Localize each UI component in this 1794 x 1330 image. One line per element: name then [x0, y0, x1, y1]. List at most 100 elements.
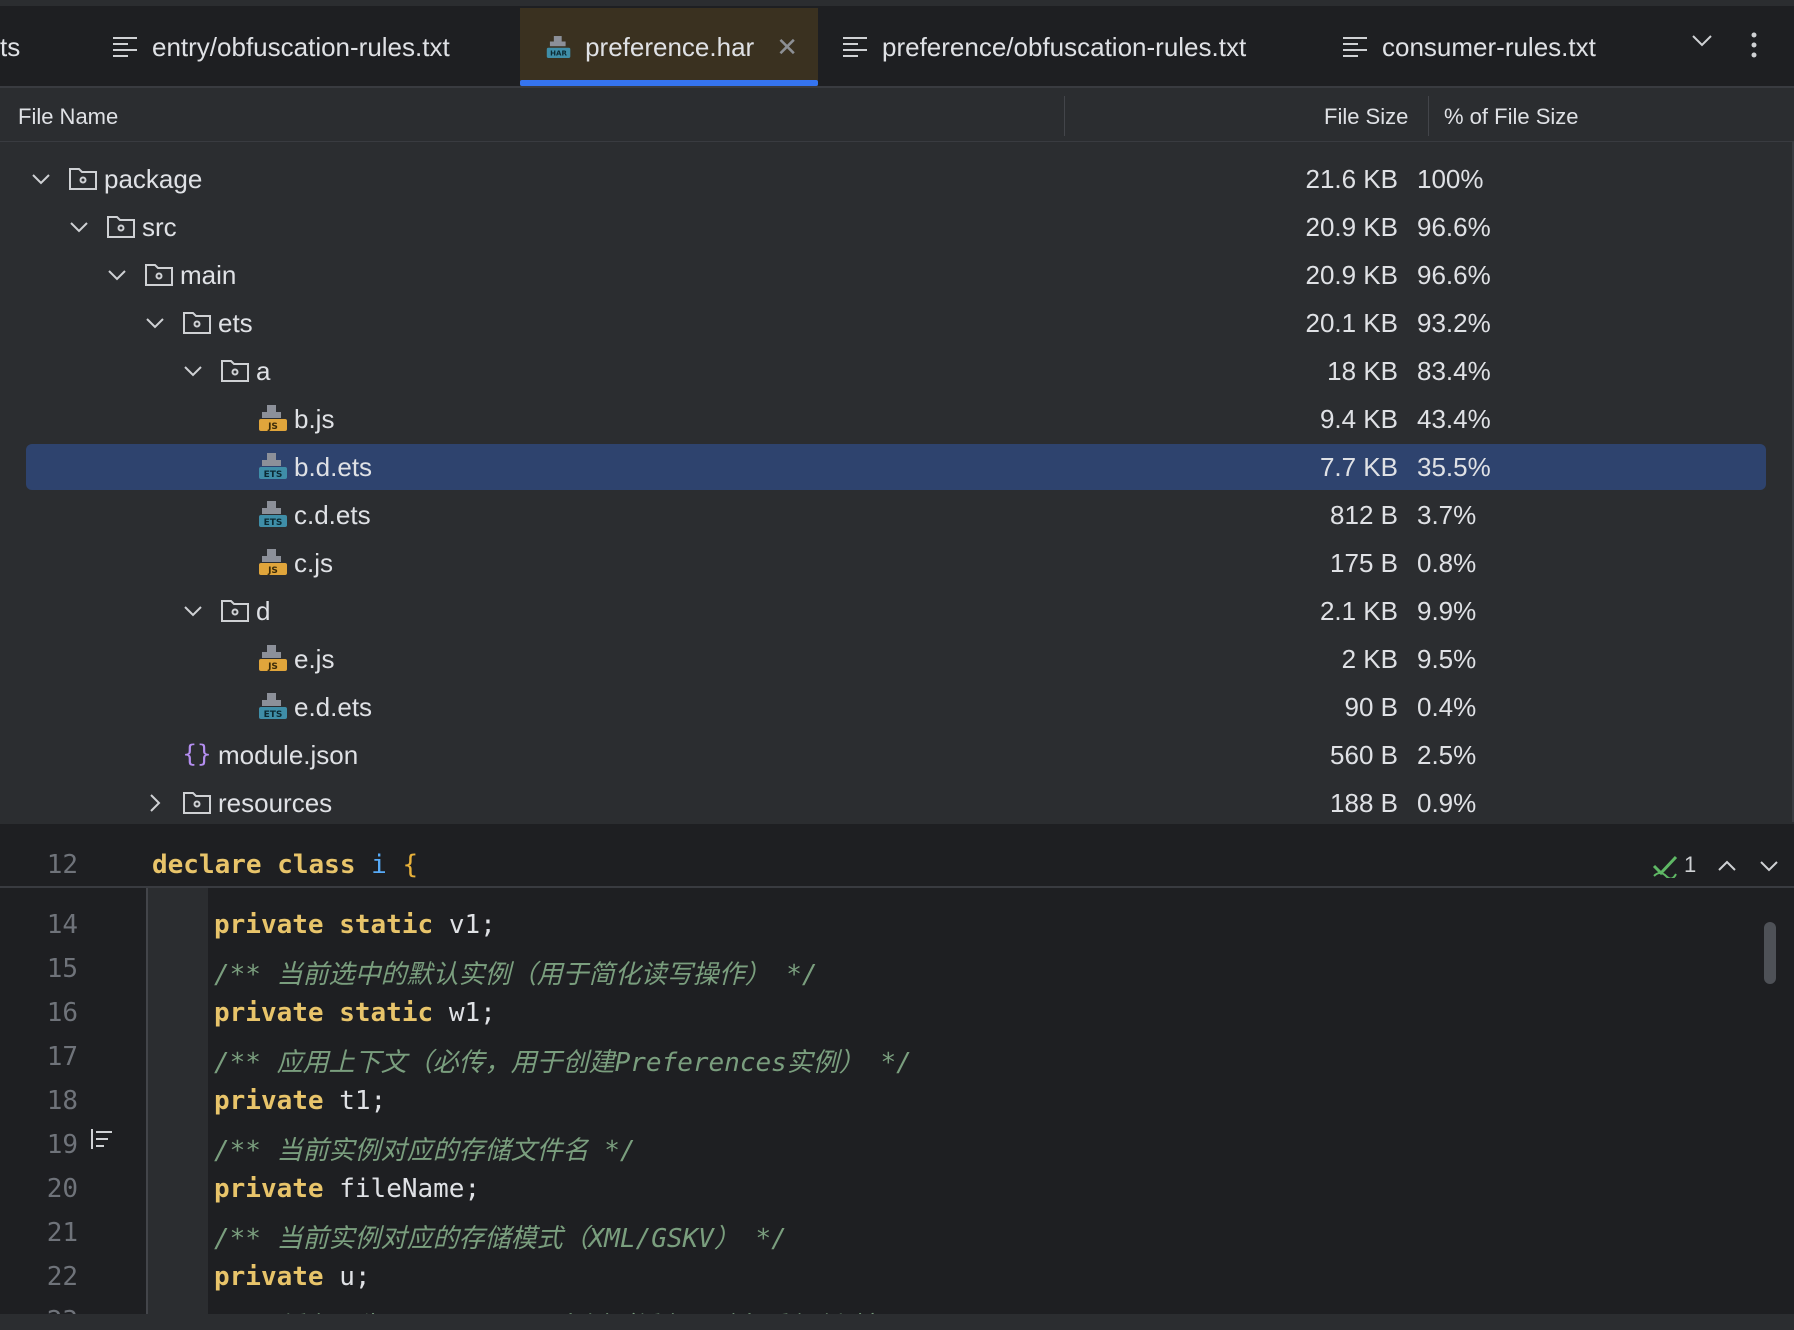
- inspection-ok-icon[interactable]: [1652, 854, 1678, 878]
- code-text: private static v1;: [214, 910, 496, 940]
- table-header: File Name File Size % of File Size: [0, 88, 1794, 142]
- tree-row-e-js[interactable]: JS e.js 2 KB 9.5%: [0, 634, 1792, 682]
- tree-item-size: 175 B: [1330, 548, 1398, 578]
- chevron-down-icon[interactable]: [182, 358, 204, 380]
- text-file-icon: [113, 37, 137, 57]
- tree-row-e-d-ets[interactable]: ETS e.d.ets 90 B 0.4%: [0, 682, 1792, 730]
- tree-row-c-d-ets[interactable]: ETS c.d.ets 812 B 3.7%: [0, 490, 1792, 538]
- tree-item-percent: 9.5%: [1417, 644, 1477, 674]
- tree-row-package[interactable]: package 21.6 KB 100%: [0, 154, 1792, 202]
- code-line[interactable]: 23 /** 缓存原生Preferences实例（缓存，避免重复创建） */: [0, 1300, 1794, 1314]
- tree-item-percent: 3.7%: [1417, 500, 1477, 530]
- code-comment: /** 当前实例对应的存储模式（XML/GSKV） */: [214, 1224, 787, 1254]
- har-file-tree: package 21.6 KB 100% src 20.9 KB 96.6% main 20.…: [0, 142, 1794, 822]
- tree-item-name: resources: [218, 788, 333, 818]
- structure-gutter-icon[interactable]: [90, 1128, 114, 1150]
- tree-item-name: c.js: [294, 548, 333, 578]
- folder-icon: [106, 212, 136, 240]
- svg-text:JS: JS: [267, 422, 278, 432]
- tab-label: consumer-rules.txt: [1382, 31, 1596, 62]
- code-line[interactable]: 18 private t1;: [0, 1080, 1794, 1124]
- tree-item-percent: 0.9%: [1417, 788, 1477, 818]
- code-line[interactable]: 15 /** 当前选中的默认实例（用于简化读写操作） */: [0, 948, 1794, 992]
- column-header-percent[interactable]: % of File Size: [1444, 104, 1579, 130]
- code-line[interactable]: 14 private static v1;: [0, 904, 1794, 948]
- editor-scrollbar-thumb[interactable]: [1764, 922, 1776, 984]
- tree-item-name: module.json: [218, 740, 359, 770]
- tree-item-size: 18 KB: [1327, 356, 1398, 386]
- chevron-down-icon[interactable]: [106, 262, 128, 284]
- code-line[interactable]: 21 /** 当前实例对应的存储模式（XML/GSKV） */: [0, 1212, 1794, 1256]
- chevron-right-icon[interactable]: [144, 790, 166, 812]
- chevron-down-icon[interactable]: [68, 214, 90, 236]
- tree-row-c-js[interactable]: JS c.js 175 B 0.8%: [0, 538, 1792, 586]
- tree-row-a[interactable]: a 18 KB 83.4%: [0, 346, 1792, 394]
- code-text: private u;: [214, 1262, 371, 1292]
- tree-row-b-js[interactable]: JS b.js 9.4 KB 43.4%: [0, 394, 1792, 442]
- status-bar: [0, 1314, 1794, 1330]
- column-header-file-name[interactable]: File Name: [18, 104, 118, 130]
- tree-item-name: d: [256, 596, 271, 626]
- text-file-icon: [1343, 37, 1367, 57]
- sticky-scroll-header[interactable]: 12 declare class i { 1: [0, 842, 1794, 888]
- code-comment: /** 缓存原生Preferences实例（缓存，避免重复创建） */: [214, 1306, 938, 1314]
- column-divider[interactable]: [1064, 96, 1065, 136]
- keyword: private: [214, 1262, 324, 1292]
- class-name: i: [371, 850, 387, 880]
- tab-partial[interactable]: ts: [0, 8, 20, 86]
- tree-item-name: a: [256, 356, 271, 386]
- identifier: w1;: [448, 998, 496, 1028]
- tree-row-resources[interactable]: resources 188 B 0.9%: [0, 778, 1792, 822]
- tree-item-size: 7.7 KB: [1319, 452, 1398, 482]
- tree-row-d[interactable]: d 2.1 KB 9.9%: [0, 586, 1792, 634]
- line-number: 20: [46, 1174, 78, 1204]
- tree-item-percent: 0.4%: [1417, 692, 1477, 722]
- more-options-icon[interactable]: [1748, 32, 1760, 60]
- tree-item-name: b.js: [294, 404, 335, 434]
- tab-preference-obfuscation-rules[interactable]: preference/obfuscation-rules.txt: [842, 8, 1246, 86]
- tree-row-module-json[interactable]: {} module.json 560 B 2.5%: [0, 730, 1792, 778]
- tree-item-size: 2 KB: [1341, 644, 1398, 674]
- tree-item-size: 9.4 KB: [1319, 404, 1398, 434]
- har-file-icon: HAR: [546, 36, 571, 58]
- keyword: declare class: [152, 850, 356, 880]
- panel-splitter[interactable]: [0, 822, 1794, 842]
- tree-item-size: 90 B: [1344, 692, 1399, 722]
- svg-text:JS: JS: [267, 662, 278, 672]
- chevron-down-icon[interactable]: [1690, 28, 1714, 52]
- line-number: 18: [46, 1086, 78, 1116]
- chevron-down-icon[interactable]: [144, 310, 166, 332]
- tab-entry-obfuscation-rules[interactable]: entry/obfuscation-rules.txt: [112, 8, 450, 86]
- tree-row-main[interactable]: main 20.9 KB 96.6%: [0, 250, 1792, 298]
- inspection-count: 1: [1684, 852, 1697, 877]
- chevron-down-icon[interactable]: [182, 598, 204, 620]
- column-divider[interactable]: [1428, 96, 1429, 136]
- code-line[interactable]: 19 /** 当前实例对应的存储文件名 */: [0, 1124, 1794, 1168]
- brace: {: [402, 850, 419, 880]
- tree-row-b-d-ets[interactable]: ETS b.d.ets 7.7 KB 35.5%: [0, 442, 1792, 490]
- close-icon[interactable]: ✕: [776, 32, 798, 63]
- tree-item-name: b.d.ets: [294, 452, 373, 482]
- tree-item-name: main: [180, 260, 237, 290]
- code-line[interactable]: 22 private u;: [0, 1256, 1794, 1300]
- ets-file-icon: ETS: [258, 452, 288, 480]
- line-number: 14: [46, 910, 78, 940]
- tree-row-src[interactable]: src 20.9 KB 96.6%: [0, 202, 1792, 250]
- sticky-code-line: declare class i {: [152, 850, 418, 880]
- tree-item-size: 2.1 KB: [1319, 596, 1398, 626]
- code-line[interactable]: 17 /** 应用上下文（必传，用于创建Preferences实例） */: [0, 1036, 1794, 1080]
- tree-item-name: ets: [218, 308, 253, 338]
- tree-item-size: 812 B: [1330, 500, 1398, 530]
- chevron-down-icon[interactable]: [1758, 856, 1780, 876]
- code-line[interactable]: 16 private static w1;: [0, 992, 1794, 1036]
- chevron-up-icon[interactable]: [1716, 856, 1738, 876]
- column-header-file-size[interactable]: File Size: [1324, 104, 1408, 130]
- chevron-down-icon[interactable]: [30, 166, 52, 188]
- tree-row-ets[interactable]: ets 20.1 KB 93.2%: [0, 298, 1792, 346]
- code-line[interactable]: 20 private fileName;: [0, 1168, 1794, 1212]
- code-editor[interactable]: 12 declare class i { 1 14 private static …: [0, 842, 1794, 1314]
- tab-consumer-rules[interactable]: consumer-rules.txt: [1342, 8, 1596, 86]
- folder-icon: [68, 164, 98, 192]
- line-number: 21: [46, 1218, 78, 1248]
- tab-preference-har[interactable]: HAR preference.har ✕: [520, 8, 818, 86]
